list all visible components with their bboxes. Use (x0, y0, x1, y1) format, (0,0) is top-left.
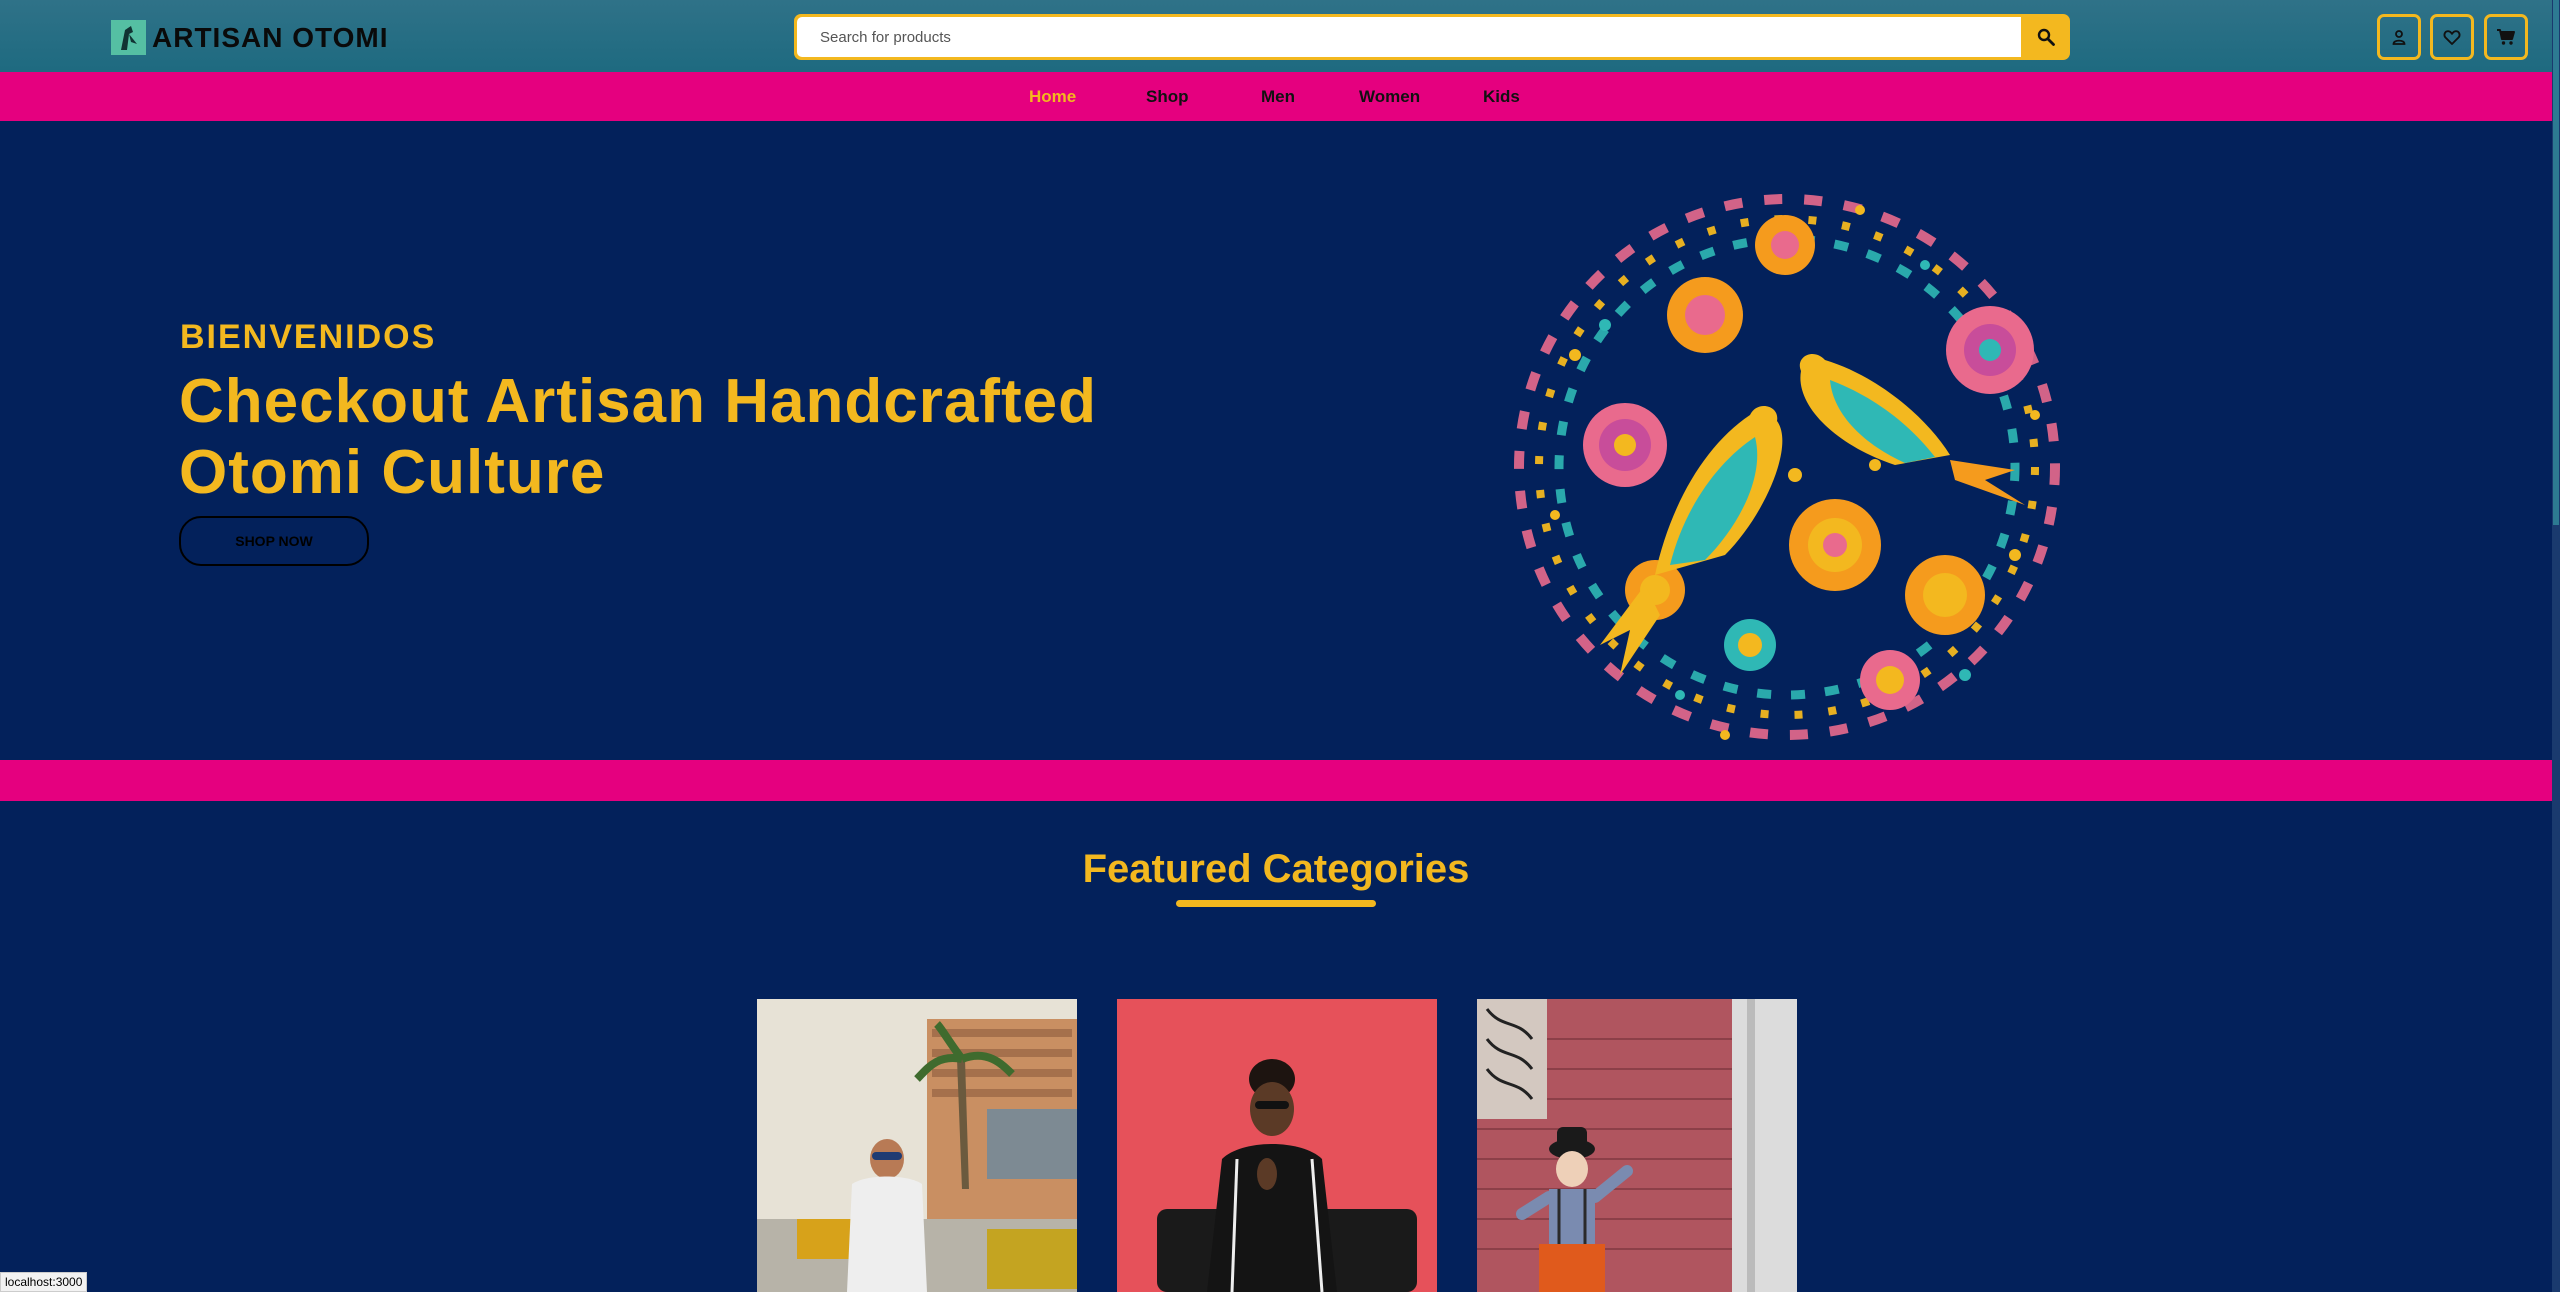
category-card-men[interactable] (757, 999, 1077, 1292)
hero-subtitle: BIENVENIDOS (180, 318, 437, 356)
brand-name: ARTISAN OTOMI (152, 21, 389, 53)
nav-item-kids[interactable]: Kids (1483, 87, 1520, 107)
search-icon (2037, 28, 2055, 46)
wishlist-button[interactable] (2430, 14, 2474, 60)
search-bar (794, 14, 2070, 60)
category-photo-kids (1477, 999, 1797, 1292)
nav-item-men[interactable]: Men (1261, 87, 1295, 107)
main-nav: Home Shop Men Women Kids (0, 72, 2552, 121)
browser-status-bar: localhost:3000 (0, 1272, 88, 1292)
title-underline (1176, 900, 1376, 907)
category-card-kids[interactable] (1477, 999, 1797, 1292)
nav-item-shop[interactable]: Shop (1146, 87, 1189, 107)
category-photo-men (757, 999, 1077, 1292)
brand-logo[interactable]: ARTISAN OTOMI (111, 20, 388, 55)
hero-title: Checkout Artisan Handcrafted Otomi Cultu… (179, 367, 1097, 507)
cart-icon (2497, 29, 2515, 45)
site-header: ARTISAN OTOMI (0, 0, 2552, 72)
search-input[interactable] (797, 17, 2021, 57)
nav-item-women[interactable]: Women (1359, 87, 1420, 107)
decorative-band (0, 760, 2552, 801)
account-button[interactable] (2377, 14, 2421, 60)
user-icon (2392, 30, 2406, 45)
heart-icon (2443, 29, 2461, 45)
nav-item-home[interactable]: Home (1029, 87, 1076, 107)
featured-categories-title: Featured Categories (1082, 847, 1470, 891)
category-photo-women (1117, 999, 1437, 1292)
category-card-women[interactable] (1117, 999, 1437, 1292)
search-button[interactable] (2022, 14, 2070, 60)
page-scrollbar[interactable] (2552, 0, 2560, 1292)
shop-now-button[interactable]: SHOP NOW (179, 516, 369, 566)
scrollbar-thumb[interactable] (2553, 0, 2559, 525)
otomi-bird-logo-icon (111, 20, 146, 55)
otomi-floral-illustration (1495, 175, 2080, 765)
cart-button[interactable] (2484, 14, 2528, 60)
